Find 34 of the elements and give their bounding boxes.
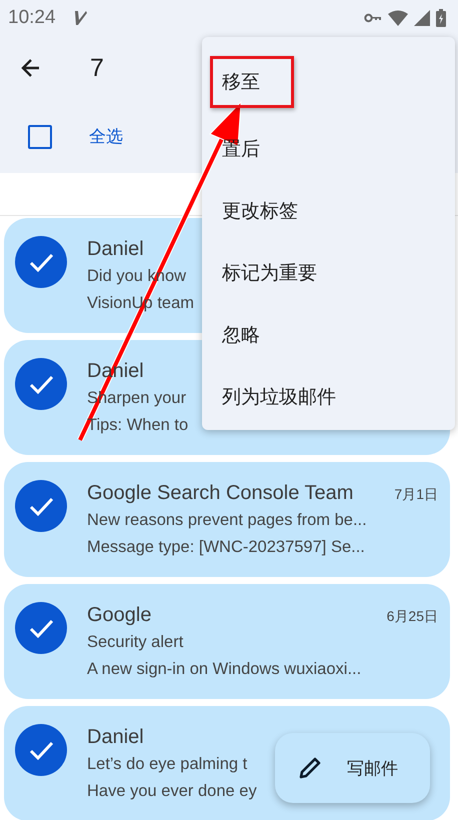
battery-icon [436, 9, 446, 27]
email-item[interactable]: Google Search Console Team 7月1日 New reasons prevent pages from be... Message type: [WNC-20237597] Se... [4, 462, 450, 577]
menu-item[interactable]: 置后 [202, 118, 455, 180]
check-icon[interactable] [15, 480, 67, 532]
pencil-icon [297, 755, 323, 781]
select-all-label[interactable]: 全选 [89, 125, 123, 148]
sender-name: Daniel [87, 237, 144, 262]
status-time: 10:24 [8, 7, 56, 29]
sender-name: Google Search Console Team [87, 481, 354, 506]
email-preview: Have you ever done ey [87, 781, 257, 802]
wifi-icon [388, 10, 408, 26]
menu-item[interactable]: 移至 [210, 56, 294, 108]
selected-count: 7 [90, 54, 104, 82]
key-icon [364, 13, 382, 23]
check-icon[interactable] [15, 602, 67, 654]
sender-name: Google [87, 603, 152, 628]
sender-name: Daniel [87, 725, 144, 750]
signal-icon [414, 10, 430, 26]
email-preview: A new sign-in on Windows wuxiaoxi... [87, 659, 362, 680]
check-icon[interactable] [15, 236, 67, 288]
email-item[interactable]: Google 6月25日 Security alert A new sign-in on Windows wuxiaoxi... [4, 584, 450, 699]
email-subject: New reasons prevent pages from be... [87, 510, 367, 531]
check-icon[interactable] [15, 358, 67, 410]
check-icon[interactable] [15, 724, 67, 776]
email-date: 7月1日 [394, 486, 438, 504]
compose-button[interactable]: 写邮件 [275, 733, 430, 803]
menu-item[interactable]: 标记为重要 [202, 242, 455, 304]
menu-item[interactable]: 更改标签 [202, 180, 455, 242]
select-all-checkbox[interactable] [28, 124, 52, 148]
notification-icon [74, 10, 88, 26]
email-subject: Security alert [87, 632, 184, 653]
email-preview: Message type: [WNC-20237597] Se... [87, 537, 365, 558]
email-date: 6月25日 [386, 608, 438, 626]
email-subject: Let’s do eye palming t [87, 754, 248, 775]
